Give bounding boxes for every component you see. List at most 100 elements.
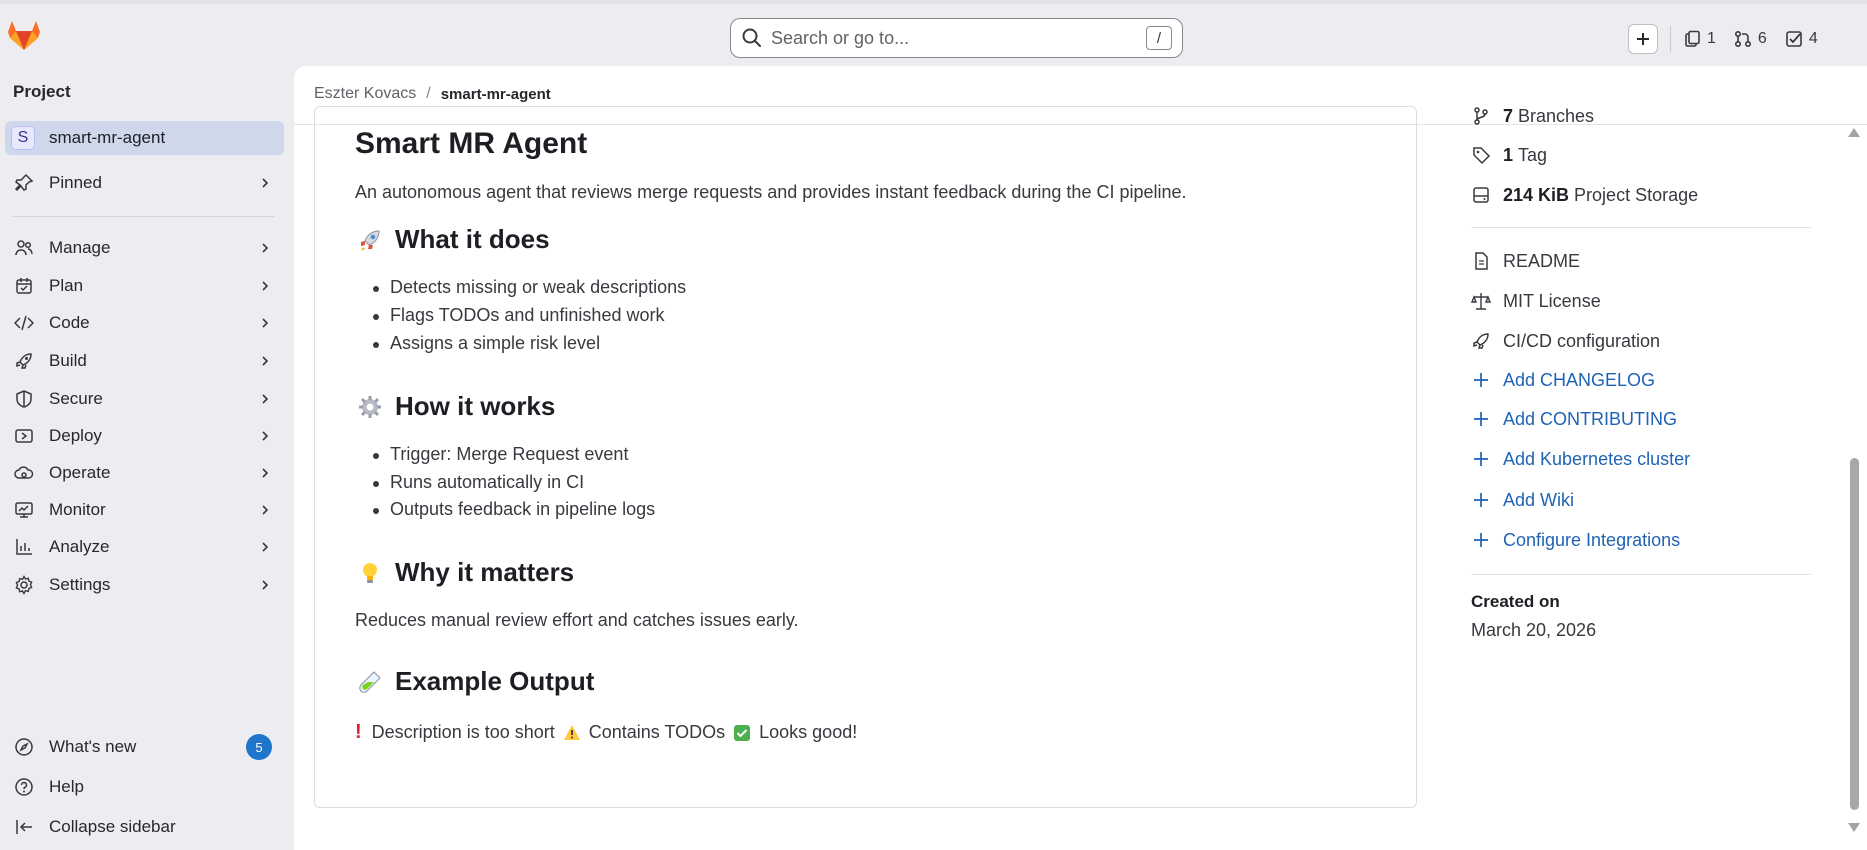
info-divider [1471, 574, 1811, 575]
create-new-button[interactable] [1628, 24, 1658, 54]
page-scrollbar[interactable] [1847, 128, 1861, 838]
collapse-sidebar-button[interactable]: Collapse sidebar [5, 810, 284, 844]
list-item: Runs automatically in CI [372, 472, 585, 492]
storage-link[interactable]: 214 KiB Project Storage [1471, 180, 1698, 210]
breadcrumb-owner-link[interactable]: Eszter Kovacs [314, 85, 416, 103]
top-bar: Search or go to... / 1 6 4 [0, 0, 1867, 66]
rocket-icon [1473, 333, 1489, 349]
sidebar-item-pinned[interactable]: Pinned [5, 166, 284, 200]
plus-icon [1474, 452, 1488, 466]
sidebar-item-label: Settings [49, 575, 111, 594]
sidebar-item-manage[interactable]: Manage [5, 231, 284, 265]
info-divider [1471, 227, 1811, 228]
sidebar-title: Project [13, 82, 71, 101]
search-shortcut-key: / [1146, 26, 1172, 50]
whats-new-label: What's new [49, 737, 137, 756]
sidebar-item-code[interactable]: Code [5, 306, 284, 340]
configure-integrations-link[interactable]: Configure Integrations [1471, 525, 1680, 555]
sidebar-item-monitor[interactable]: Monitor [5, 493, 284, 527]
sidebar-item-label: Manage [49, 238, 111, 257]
add-contributing-link[interactable]: Add CONTRIBUTING [1471, 404, 1677, 434]
monitor-icon [15, 502, 33, 518]
section-heading-label: How it works [395, 391, 556, 421]
list-item: Detects missing or weak descriptions [372, 277, 687, 297]
whats-new-button[interactable]: What's new 5 [5, 730, 284, 764]
plus-icon [1474, 493, 1488, 507]
sidebar-item-settings[interactable]: Settings [5, 568, 284, 602]
todos-button[interactable]: 4 [1785, 30, 1818, 48]
license-link[interactable]: MIT License [1471, 286, 1601, 316]
add-kubernetes-link[interactable]: Add Kubernetes cluster [1471, 444, 1690, 474]
help-button[interactable]: Help [5, 770, 284, 804]
sidebar-item-label: Operate [49, 463, 111, 482]
gitlab-logo-icon[interactable] [6, 18, 42, 52]
chevron-right-icon [262, 281, 269, 291]
cicd-config-link[interactable]: CI/CD configuration [1471, 326, 1660, 356]
chevron-right-icon [262, 542, 269, 552]
scroll-up-arrow-icon[interactable] [1848, 128, 1860, 137]
sidebar-item-label: Deploy [49, 426, 102, 445]
list-item: Outputs feedback in pipeline logs [372, 499, 656, 519]
storage-label: Project Storage [1574, 184, 1699, 205]
list-item: Assigns a simple risk level [372, 333, 601, 353]
cloud-icon [14, 466, 34, 479]
tags-link[interactable]: 1 Tag [1471, 140, 1547, 170]
list-item: Flags TODOs and unfinished work [372, 305, 665, 325]
sidebar-item-deploy[interactable]: Deploy [5, 419, 284, 453]
sidebar-item-plan[interactable]: Plan [5, 269, 284, 303]
sidebar-item-label: Analyze [49, 537, 110, 556]
chevron-right-icon [262, 431, 269, 441]
created-on-date: March 20, 2026 [1471, 620, 1597, 640]
sidebar-divider [12, 216, 274, 217]
sidebar-item-analyze[interactable]: Analyze [5, 530, 284, 564]
issues-count: 1 [1707, 30, 1716, 47]
section-heading-label: Example Output [395, 666, 595, 696]
shield-icon [16, 390, 32, 408]
add-wiki-link[interactable]: Add Wiki [1471, 485, 1574, 515]
add-contributing-label: Add CONTRIBUTING [1503, 408, 1678, 429]
section-heading-what: What it does [355, 224, 550, 255]
scroll-down-arrow-icon[interactable] [1848, 823, 1860, 832]
issues-button[interactable]: 1 [1683, 30, 1716, 48]
sidebar-item-label: Pinned [49, 173, 102, 192]
readme-label: README [1503, 250, 1581, 271]
users-icon [15, 240, 33, 256]
merge-requests-button[interactable]: 6 [1734, 30, 1767, 48]
main-panel: Eszter Kovacs / smart-mr-agent Smart MR … [294, 66, 1867, 850]
sidebar-item-project[interactable]: S smart-mr-agent [5, 121, 284, 155]
pin-icon [14, 173, 34, 192]
code-icon [14, 315, 34, 331]
chevron-right-icon [262, 243, 269, 253]
add-changelog-link[interactable]: Add CHANGELOG [1471, 365, 1655, 395]
file-icon [1475, 252, 1488, 270]
readme-link[interactable]: README [1471, 246, 1580, 276]
warning-emoji-icon [563, 724, 581, 742]
readme-intro: An autonomous agent that reviews merge r… [355, 182, 1187, 202]
plus-icon [1474, 373, 1488, 387]
search-placeholder: Search or go to... [771, 27, 910, 48]
why-text: Reduces manual review effort and catches… [355, 610, 799, 630]
search-bar[interactable]: Search or go to... / [730, 18, 1183, 58]
lightbulb-emoji-icon [355, 558, 385, 588]
issues-icon [1685, 30, 1700, 47]
sidebar-item-label: Plan [49, 276, 84, 295]
add-kubernetes-label: Add Kubernetes cluster [1503, 448, 1691, 469]
collapse-left-icon [16, 820, 32, 834]
branches-link[interactable]: 7 Branches [1471, 101, 1594, 131]
merge-request-icon [1734, 30, 1751, 48]
divider [1670, 26, 1671, 52]
project-avatar: S [11, 126, 35, 150]
sidebar-item-operate[interactable]: Operate [5, 456, 284, 490]
sidebar-item-build[interactable]: Build [5, 344, 284, 378]
scrollbar-thumb[interactable] [1850, 458, 1859, 810]
breadcrumb-project-link[interactable]: smart-mr-agent [441, 86, 551, 103]
sidebar-item-label: Secure [49, 389, 103, 408]
top-actions: 1 6 4 [1628, 22, 1836, 56]
plus-icon [1474, 412, 1488, 426]
sidebar-item-secure[interactable]: Secure [5, 382, 284, 416]
test-tube-emoji-icon [355, 667, 385, 697]
breadcrumb-separator: / [426, 85, 431, 102]
chevron-right-icon [262, 394, 269, 404]
help-label: Help [49, 777, 84, 796]
sidebar-item-label: Code [49, 313, 90, 332]
